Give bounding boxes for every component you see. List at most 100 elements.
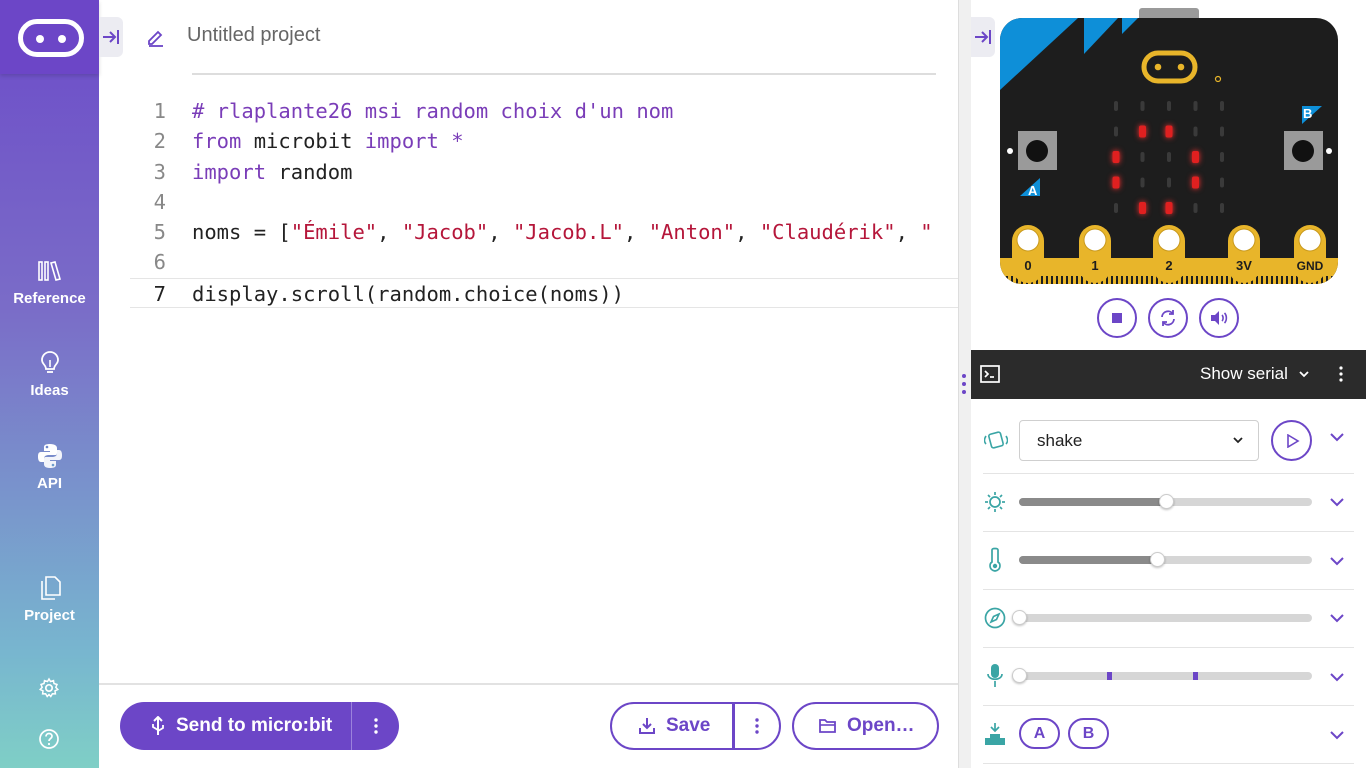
led-off [1220,152,1224,162]
code-text: noms = ["Émile", "Jacob", "Jacob.L", "An… [192,220,933,245]
board-corner-stripe [1084,18,1118,54]
more-icon[interactable] [1339,366,1343,382]
pin-3v[interactable]: 3V [1228,225,1260,283]
reset-simulator-button[interactable] [1148,298,1188,338]
chevron-down-icon[interactable] [1329,432,1345,442]
more-icon [755,718,759,734]
stop-simulator-button[interactable] [1097,298,1137,338]
pin-gnd[interactable]: GND [1294,225,1326,283]
code-line[interactable]: 4 [130,187,958,217]
edge-tooth [1061,276,1063,284]
edge-tooth [1046,276,1048,284]
open-button[interactable]: Open… [792,702,939,750]
save-more-button[interactable] [733,702,781,750]
code-line[interactable]: 1 # rlaplante26 msi random choix d'un nom [130,96,958,126]
led-off [1167,152,1171,162]
edge-tooth [1006,276,1008,284]
button-a[interactable] [1026,140,1048,162]
chevron-down-icon[interactable] [1329,613,1345,623]
serial-bar[interactable]: Show serial [971,350,1366,399]
project-name[interactable]: Untitled project [187,24,320,47]
settings-icon[interactable] [38,677,60,699]
board-logo-icon[interactable] [1141,50,1198,84]
light-slider-knob[interactable] [1159,494,1174,509]
lightbulb-icon [40,351,59,373]
download-icon [639,718,655,734]
send-to-microbit-button[interactable]: Send to micro:bit [120,702,351,750]
board-corner-stripe [1122,18,1138,34]
press-button-a[interactable]: A [1019,718,1060,749]
code-text: import random [192,159,353,184]
code-line[interactable]: 2 from microbit import * [130,126,958,156]
button-a-marker [1007,148,1013,154]
led-on [1139,125,1146,138]
sound-slider-knob[interactable] [1012,668,1027,683]
led-on [1165,202,1173,214]
sound-threshold-high[interactable] [1193,672,1198,680]
collapse-simulator-button[interactable] [971,17,995,57]
code-line[interactable]: 5 noms = ["Émile", "Jacob", "Jacob.L", "A… [130,217,958,247]
drag-handle-icon [962,374,966,394]
pin-label: 2 [1165,258,1172,273]
sidebar-item-reference[interactable]: Reference [0,258,99,308]
more-icon [373,718,378,734]
code-text: from microbit import * [192,129,464,154]
button-b[interactable] [1292,140,1314,162]
sidebar-item-api[interactable]: API [0,443,99,493]
edge-tooth [1271,276,1273,284]
edge-tooth [1066,276,1068,284]
led-off [1114,101,1118,111]
panel-resize-handle[interactable] [958,0,971,768]
sidebar-item-label: Ideas [30,382,69,399]
edge-tooth [1051,276,1053,284]
pin-0[interactable]: 0 [1012,225,1044,283]
sound-slider[interactable] [1012,668,1312,683]
chevron-down-icon[interactable] [1329,730,1345,740]
line-number: 1 [153,99,166,123]
microbit-logo[interactable] [0,0,99,74]
temperature-slider-fill [1019,556,1157,564]
chevron-down-icon[interactable] [1329,497,1345,507]
code-line[interactable]: 6 [130,247,958,277]
board-logo-eye [1177,63,1185,71]
chevron-down-icon[interactable] [1329,672,1345,682]
logo-icon [18,19,84,57]
save-button[interactable]: Save [610,702,734,750]
line-number: 7 [153,281,166,306]
terminal-icon [980,365,1000,383]
temperature-slider[interactable] [1019,552,1312,567]
send-label: Send to micro:bit [176,715,333,736]
edge-tooth [1196,276,1198,284]
code-line[interactable]: 7 display.scroll(random.choice(noms)) [130,277,958,309]
temperature-slider-knob[interactable] [1150,552,1165,567]
led-off [1167,101,1171,111]
sidebar-item-project[interactable]: Project [0,575,99,625]
press-button-b[interactable]: B [1068,718,1109,749]
chevron-down-icon[interactable] [1329,556,1345,566]
led-off [1220,126,1224,137]
help-icon[interactable] [38,728,60,750]
board-corner-stripe [1000,18,1078,90]
compass-slider-knob[interactable] [1012,610,1027,625]
pin-1[interactable]: 1 [1079,225,1111,283]
send-gesture-button[interactable] [1271,420,1312,461]
led-on [1165,125,1173,138]
pin-2[interactable]: 2 [1153,225,1185,283]
edit-name-icon[interactable] [146,27,166,47]
edge-tooth [1221,276,1223,284]
sidebar-item-ideas[interactable]: Ideas [0,350,99,400]
light-slider[interactable] [1019,494,1312,509]
mute-simulator-button[interactable] [1199,298,1239,338]
compass-slider[interactable] [1012,610,1312,625]
gesture-select[interactable]: shake [1019,420,1259,461]
code-editor[interactable]: 1 # rlaplante26 msi random choix d'un nom… [130,96,958,309]
edge-tooth [1071,276,1073,284]
sound-threshold-low[interactable] [1107,672,1112,680]
led-on [1139,202,1146,214]
chevron-down-icon [1299,371,1309,378]
code-line[interactable]: 3 import random [130,157,958,187]
edge-tooth [1276,276,1278,284]
send-more-button[interactable] [351,702,399,750]
led-off [1140,177,1145,188]
collapse-sidebar-button[interactable] [99,17,123,57]
